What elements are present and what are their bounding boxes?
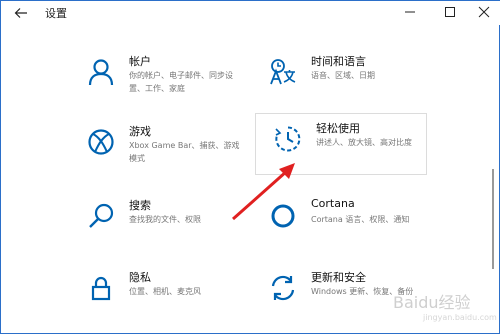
- tile-title: Cortana: [311, 197, 355, 210]
- xbox-icon: [88, 129, 114, 155]
- tile-time-language[interactable]: 时间和语言 语音、区域、日期: [251, 47, 423, 109]
- window-title: 设置: [45, 7, 67, 20]
- tile-description: Cortana 语言、权限、通知: [311, 215, 410, 224]
- tile-title: 更新和安全: [311, 271, 366, 284]
- tile-title: 时间和语言: [311, 55, 366, 68]
- title-bar: 设置: [1, 1, 500, 25]
- watermark-text: Baidu经验: [393, 293, 471, 312]
- tile-description: 位置、相机、麦克风: [129, 287, 201, 296]
- tile-cortana[interactable]: Cortana Cortana 语言、权限、通知: [251, 191, 423, 253]
- close-icon[interactable]: [475, 4, 493, 20]
- tile-title: 轻松使用: [316, 122, 360, 135]
- tile-gaming[interactable]: 游戏 Xbox Game Bar、捕获、游戏模式: [69, 117, 241, 179]
- maximize-icon[interactable]: [441, 4, 459, 20]
- settings-window: 设置 帐户 你的帐户、电子邮件、同步设置、工作、家庭 时间和语言 语音、区域、日…: [0, 0, 500, 334]
- tile-description: 语音、区域、日期: [311, 71, 375, 80]
- ease-of-access-icon: [275, 126, 301, 152]
- tile-description: 查找我的文件、权限: [129, 215, 201, 224]
- back-arrow-icon[interactable]: [13, 5, 29, 21]
- tile-description: Xbox Game Bar、捕获、游戏模式: [129, 141, 240, 163]
- tile-ease-of-access[interactable]: 轻松使用 讲述人、放大镜、高对比度: [255, 113, 427, 175]
- lock-icon: [91, 276, 111, 301]
- tile-description: 你的帐户、电子邮件、同步设置、工作、家庭: [129, 71, 233, 93]
- tile-description: 讲述人、放大镜、高对比度: [316, 138, 412, 147]
- minimize-icon[interactable]: [401, 4, 419, 20]
- tile-title: 隐私: [129, 271, 151, 284]
- cortana-icon: [271, 204, 295, 228]
- watermark: Baidu经验 jingyan.baidu.com: [393, 289, 497, 322]
- time-language-icon: [270, 59, 296, 85]
- tile-title: 搜索: [129, 199, 151, 212]
- search-icon: [89, 203, 114, 228]
- tile-accounts[interactable]: 帐户 你的帐户、电子邮件、同步设置、工作、家庭: [69, 47, 241, 109]
- scrollbar[interactable]: [492, 169, 494, 269]
- tile-title: 游戏: [129, 125, 151, 138]
- tile-title: 帐户: [129, 55, 151, 68]
- tile-privacy[interactable]: 隐私 位置、相机、麦克风: [69, 263, 241, 325]
- update-icon: [271, 275, 295, 301]
- watermark-url: jingyan.baidu.com: [423, 313, 497, 322]
- tile-search[interactable]: 搜索 查找我的文件、权限: [69, 191, 241, 253]
- person-icon: [88, 59, 114, 86]
